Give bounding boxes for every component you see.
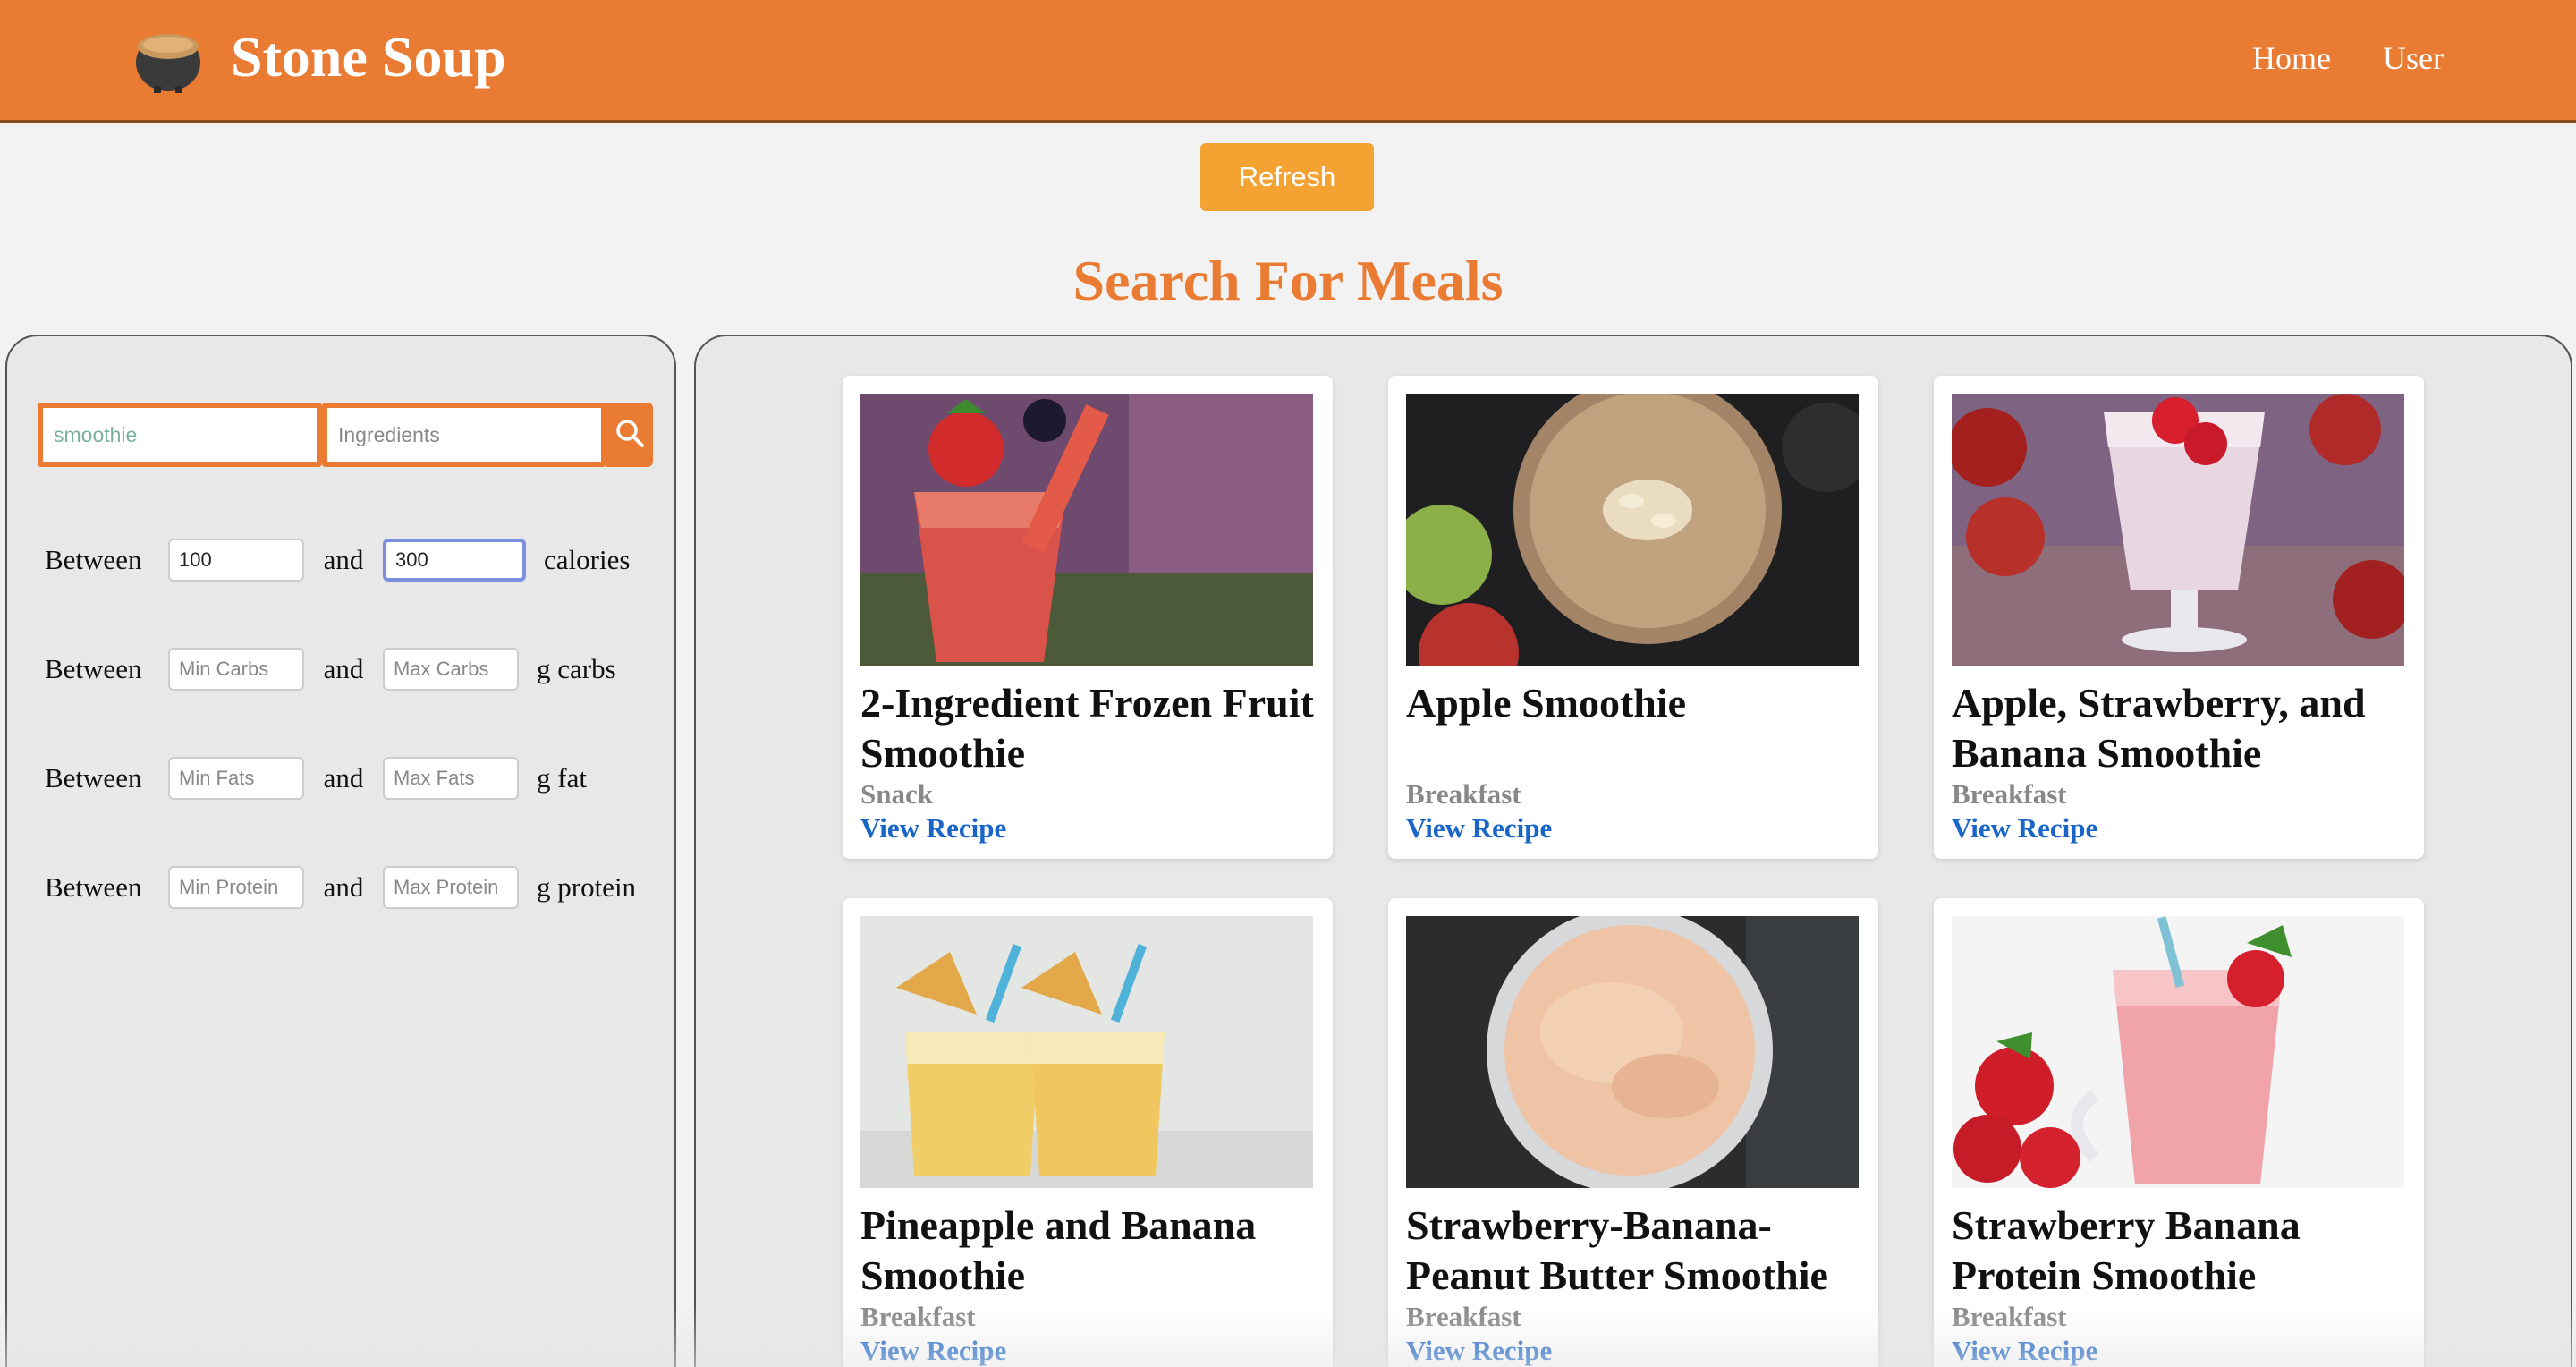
ingredients-input[interactable]	[322, 403, 606, 467]
calories-range-row: Between and calories	[45, 537, 630, 583]
recipe-category: Breakfast	[1406, 778, 1521, 810]
recipe-card[interactable]: Pineapple and Banana Smoothie Breakfast …	[843, 898, 1333, 1367]
recipe-title: Apple, Strawberry, and Banana Smoothie	[1952, 680, 2366, 776]
page-title: Search For Meals	[1072, 249, 1504, 312]
max-carbs-input[interactable]	[383, 648, 519, 691]
navbar: Stone Soup Home User	[0, 0, 2576, 123]
view-recipe-link[interactable]: View Recipe	[1952, 812, 2097, 845]
recipe-image[interactable]	[1406, 394, 1859, 666]
view-recipe-link[interactable]: View Recipe	[860, 1335, 1006, 1367]
min-fats-input[interactable]	[168, 757, 304, 800]
carbs-range-row: Between and g carbs	[45, 646, 616, 692]
view-recipe-link[interactable]: View Recipe	[1406, 812, 1552, 845]
range-unit: g carbs	[537, 653, 616, 684]
range-and: and	[323, 871, 364, 903]
range-label: Between	[45, 871, 142, 903]
range-unit: calories	[544, 544, 631, 575]
search-icon	[614, 418, 645, 453]
nav-user-link[interactable]: User	[2383, 36, 2444, 81]
refresh-button[interactable]: Refresh	[1200, 143, 1374, 211]
filter-panel: Between and calories Between and g carbs…	[5, 335, 676, 1367]
recipe-title: Pineapple and Banana Smoothie	[860, 1202, 1257, 1298]
range-and: and	[323, 653, 364, 684]
recipe-image[interactable]	[860, 394, 1313, 666]
recipe-title: 2-Ingredient Frozen Fruit Smoothie	[860, 680, 1314, 776]
min-calories-input[interactable]	[168, 539, 304, 582]
search-button[interactable]	[606, 403, 653, 467]
recipe-card[interactable]: Strawberry Banana Protein Smoothie Break…	[1934, 898, 2424, 1367]
view-recipe-link[interactable]: View Recipe	[860, 812, 1006, 845]
range-and: and	[323, 544, 364, 575]
range-label: Between	[45, 544, 142, 575]
recipe-card[interactable]: Apple, Strawberry, and Banana Smoothie B…	[1934, 376, 2424, 859]
search-bar	[38, 403, 653, 467]
recipe-image[interactable]	[1952, 916, 2404, 1188]
recipe-image[interactable]	[1952, 394, 2404, 666]
range-unit: g protein	[537, 871, 637, 903]
recipe-image[interactable]	[860, 916, 1313, 1188]
min-carbs-input[interactable]	[168, 648, 304, 691]
max-protein-input[interactable]	[383, 866, 519, 909]
recipe-image[interactable]	[1406, 916, 1859, 1188]
soup-pot-icon[interactable]	[132, 23, 204, 95]
recipe-title: Apple Smoothie	[1406, 680, 1687, 726]
range-label: Between	[45, 653, 142, 684]
range-and: and	[323, 762, 364, 794]
protein-range-row: Between and g protein	[45, 864, 636, 911]
recipe-category: Snack	[860, 778, 933, 810]
recipe-card[interactable]: Apple Smoothie Breakfast View Recipe	[1388, 376, 1878, 859]
view-recipe-link[interactable]: View Recipe	[1406, 1335, 1552, 1367]
range-label: Between	[45, 762, 142, 794]
view-recipe-link[interactable]: View Recipe	[1952, 1335, 2097, 1367]
max-fats-input[interactable]	[383, 757, 519, 800]
recipe-card[interactable]: 2-Ingredient Frozen Fruit Smoothie Snack…	[843, 376, 1333, 859]
nav-home-link[interactable]: Home	[2252, 36, 2331, 81]
range-unit: g fat	[537, 762, 587, 794]
brand-title[interactable]: Stone Soup	[231, 20, 506, 95]
max-calories-input[interactable]	[383, 539, 526, 582]
recipe-title: Strawberry-Banana-Peanut Butter Smoothie	[1406, 1202, 1828, 1298]
min-protein-input[interactable]	[168, 866, 304, 909]
recipe-category: Breakfast	[860, 1301, 976, 1332]
recipe-card[interactable]: Strawberry-Banana-Peanut Butter Smoothie…	[1388, 898, 1878, 1367]
meal-name-input[interactable]	[38, 403, 322, 467]
fat-range-row: Between and g fat	[45, 755, 587, 802]
recipe-category: Breakfast	[1406, 1301, 1521, 1332]
recipe-category: Breakfast	[1952, 1301, 2067, 1332]
recipe-title: Strawberry Banana Protein Smoothie	[1952, 1202, 2301, 1298]
recipe-category: Breakfast	[1952, 778, 2067, 810]
